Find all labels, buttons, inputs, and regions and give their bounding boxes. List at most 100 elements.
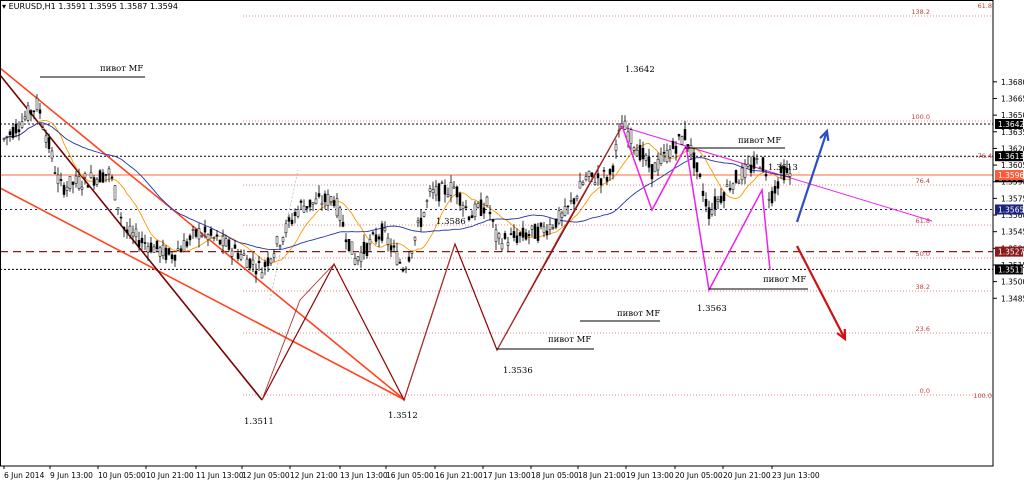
candle-body: [17, 129, 21, 133]
candle-body: [572, 198, 576, 205]
price-label-text: 1.3642: [998, 120, 1024, 129]
y-tick-label: 1.3650: [1001, 111, 1024, 120]
candle-body: [284, 223, 288, 234]
candle-body: [767, 198, 771, 201]
candle-body: [218, 239, 222, 245]
candle-body: [647, 156, 651, 168]
candle-body: [335, 198, 339, 217]
annotations: пивот MF пивот MF пивот MF пивот MF пивот MF…: [40, 64, 847, 427]
candle-body: [71, 181, 75, 185]
candle-body: [566, 205, 570, 208]
candle-body: [212, 237, 216, 240]
y-tick-label: 1.3680: [1001, 78, 1024, 87]
candle-body: [305, 206, 309, 209]
candle-body: [584, 176, 588, 181]
candle-body: [47, 137, 51, 150]
x-tick-label: 16 Jun 21:00: [435, 471, 483, 480]
candle-body: [452, 186, 456, 189]
candle-body: [740, 167, 744, 181]
candle-body: [713, 196, 717, 210]
candle-body: [347, 238, 351, 251]
candle-body: [110, 176, 114, 179]
x-tick-label: 12 Jun 05:00: [242, 471, 290, 480]
candle-body: [314, 198, 318, 204]
candle-body: [302, 205, 306, 213]
candle-body: [737, 181, 741, 184]
candle-body: [476, 203, 480, 208]
candle-body: [500, 243, 504, 250]
fib-extra-label: 100.0: [973, 392, 992, 400]
candle-body: [650, 164, 654, 180]
candle-body: [602, 170, 606, 172]
fib-extra-label: 61.8: [978, 2, 992, 10]
candle-body: [743, 164, 747, 178]
candle-body: [293, 212, 297, 216]
x-tick-label: 12 Jun 21:00: [290, 471, 338, 480]
candle-body: [257, 260, 261, 264]
candle-body: [266, 257, 270, 267]
candle-body: [236, 252, 240, 259]
candle-body: [68, 176, 72, 189]
candle-body: [551, 227, 555, 229]
candle-body: [20, 121, 24, 128]
candle-body: [299, 200, 303, 203]
candle-body: [332, 200, 336, 206]
fib-level-label: 100.0: [911, 113, 930, 121]
candle-body: [98, 170, 102, 183]
candle-body: [359, 251, 363, 262]
candle-body: [86, 184, 90, 188]
candle-body: [599, 178, 603, 186]
candle-body: [770, 190, 774, 204]
candle-body: [296, 209, 300, 217]
candle-body: [248, 258, 252, 269]
candle-body: [242, 253, 246, 256]
price-chart[interactable]: 138.2100.076.461.850.038.223.60.061.876.…: [0, 0, 1024, 482]
price-annotation: 1.3613: [768, 163, 798, 173]
candle-body: [731, 183, 735, 190]
candle-body: [281, 237, 285, 242]
y-tick-label: 1.3665: [1001, 94, 1024, 103]
candle-body: [692, 152, 696, 169]
candle-body: [389, 245, 393, 251]
trend-line-lower: [0, 187, 406, 401]
candle-body: [149, 242, 153, 253]
candle-body: [680, 136, 684, 145]
candle-body: [656, 159, 660, 171]
candle-body: [392, 245, 396, 248]
candle-body: [548, 223, 552, 230]
candle-body: [353, 258, 357, 265]
candle-body: [761, 157, 765, 172]
candle-body: [569, 200, 573, 202]
candle-body: [101, 172, 105, 183]
price-label-text: 1.3527: [998, 248, 1024, 257]
candle-body: [137, 240, 141, 248]
candle-body: [557, 210, 561, 224]
candle-body: [170, 254, 174, 260]
candle-body: [263, 261, 267, 267]
candle-body: [380, 223, 384, 241]
trend-line-gray: [269, 169, 299, 301]
x-tick-label: 19 Jun 13:00: [626, 471, 674, 480]
candle-body: [338, 207, 342, 221]
candle-body: [488, 211, 492, 215]
candle-body: [434, 186, 438, 196]
candle-body: [95, 178, 99, 185]
candle-body: [158, 247, 162, 257]
candle-body: [164, 247, 168, 260]
candle-body: [554, 218, 558, 228]
fib-level-label: 138.2: [911, 8, 930, 16]
price-label-text: 1.3511: [998, 265, 1024, 274]
candle-body: [191, 229, 195, 231]
candle-body: [317, 193, 321, 197]
candle-body: [341, 221, 345, 227]
candle-body: [470, 215, 474, 219]
candle-body: [44, 135, 48, 143]
candle-body: [77, 176, 81, 189]
candle-body: [152, 246, 156, 253]
candle-body: [695, 162, 699, 173]
y-tick-label: 1.3500: [1001, 278, 1024, 287]
candle-body: [14, 123, 18, 134]
candle-body: [431, 189, 435, 194]
candle-body: [629, 129, 633, 144]
candle-body: [515, 235, 519, 243]
